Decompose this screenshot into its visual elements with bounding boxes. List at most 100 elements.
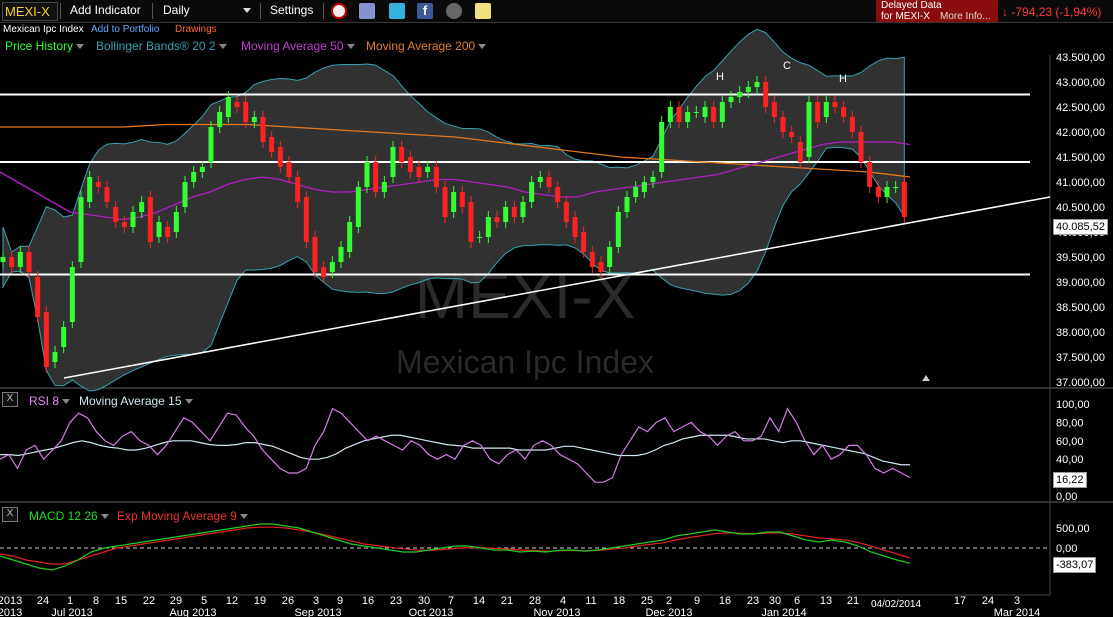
candle-body [494, 217, 500, 222]
candle-body [624, 197, 630, 212]
candle-body [789, 132, 795, 137]
candle-body [225, 97, 231, 117]
candle-body [555, 187, 561, 202]
candle-body [563, 202, 569, 222]
candle-body [884, 187, 890, 197]
candle-body [286, 162, 292, 177]
y-tick-label: 42.000,00 [1056, 127, 1105, 139]
candle-body [702, 107, 708, 117]
pattern-annotation: H [839, 73, 847, 85]
candle-body [815, 102, 821, 122]
candle-body [598, 262, 604, 272]
candle-body [607, 247, 613, 267]
candle-body [667, 107, 673, 122]
x-tick-label: 22 [143, 595, 155, 607]
x-tick-label: 2 [666, 595, 672, 607]
scroll-marker-icon [922, 375, 930, 381]
candle-body [347, 222, 353, 252]
y-tick-label: 38.000,00 [1056, 327, 1105, 339]
chart-canvas[interactable]: MEXI-XMexican Ipc IndexHCH43.500,0043.00… [0, 0, 1113, 617]
month-label: Aug 2013 [169, 607, 216, 617]
candle-body [425, 167, 431, 172]
y-tick-label: 42.500,00 [1056, 102, 1105, 114]
signal-label: Exp Moving Average 9 [117, 509, 237, 523]
candle-body [858, 132, 864, 162]
chevron-down-icon[interactable] [100, 514, 109, 520]
x-tick-label: 3 [1014, 595, 1020, 607]
macd-legend[interactable]: MACD 12 26 [29, 509, 109, 523]
candle-body [737, 92, 743, 97]
rsi-ma-label: Moving Average 15 [79, 394, 182, 408]
chevron-down-icon[interactable] [62, 399, 71, 405]
candle-body [745, 87, 751, 92]
rsi-label: RSI 8 [29, 394, 60, 408]
candle-body [659, 122, 665, 172]
macd-line [0, 523, 911, 571]
rsi-tick-label: 40,00 [1056, 454, 1084, 466]
last-macd-label: -383,07 [1053, 557, 1097, 573]
x-tick-label: 28 [529, 595, 541, 607]
candle-body [589, 252, 595, 267]
month-label: 2013 [0, 607, 22, 617]
x-tick-label: 30 [418, 595, 430, 607]
x-tick-label: 3 [313, 595, 319, 607]
x-tick-label: 21 [501, 595, 513, 607]
candle-body [477, 237, 483, 238]
candle-body [61, 327, 67, 347]
close-rsi-button[interactable]: X [2, 392, 18, 407]
pattern-annotation: H [716, 71, 724, 83]
candle-body [849, 117, 855, 132]
x-tick-label: 12 [226, 595, 238, 607]
x-tick-label: 18 [613, 595, 625, 607]
month-label: Nov 2013 [533, 607, 580, 617]
candle-body [26, 252, 32, 272]
month-label: Mar 2014 [994, 607, 1040, 617]
candle-body [381, 182, 387, 192]
candle-body [277, 147, 283, 167]
candle-body [173, 212, 179, 232]
candle-body [459, 192, 465, 207]
macd-tick-label: 0,00 [1056, 543, 1077, 555]
candle-body [364, 162, 370, 187]
chevron-down-icon[interactable] [239, 514, 248, 520]
y-tick-label: 41.000,00 [1056, 177, 1105, 189]
candle-body [529, 182, 535, 202]
candle-body [373, 162, 379, 192]
x-tick-label: 6 [794, 595, 800, 607]
y-tick-label: 41.500,00 [1056, 152, 1105, 164]
signal-legend[interactable]: Exp Moving Average 9 [117, 509, 248, 523]
close-macd-button[interactable]: X [2, 507, 18, 522]
y-tick-label: 37.000,00 [1056, 377, 1105, 389]
candle-body [199, 167, 205, 172]
candle-body [208, 127, 214, 162]
macd-tick-label: 500,00 [1056, 523, 1090, 535]
candle-body [503, 207, 509, 222]
x-tick-label: 7 [448, 595, 454, 607]
rsi-ma-legend[interactable]: Moving Average 15 [79, 394, 193, 408]
chevron-down-icon[interactable] [184, 399, 193, 405]
rsi-tick-label: 80,00 [1056, 417, 1084, 429]
x-tick-label: 24 [37, 595, 49, 607]
x-tick-label: 9 [694, 595, 700, 607]
candle-body [147, 197, 153, 242]
candle-body [711, 107, 717, 122]
candle-body [312, 237, 318, 272]
candle-body [321, 267, 327, 277]
candle-body [841, 107, 847, 117]
candle-body [399, 147, 405, 162]
rsi-legend[interactable]: RSI 8 [29, 394, 71, 408]
x-tick-label: 16 [719, 595, 731, 607]
candle-body [121, 222, 127, 227]
x-tick-label: 26 [282, 595, 294, 607]
candle-body [676, 107, 682, 122]
x-tick-label: 17 [954, 595, 966, 607]
candle-body [78, 197, 84, 262]
candle-body [43, 312, 49, 367]
candle-body [780, 117, 786, 132]
candle-body [113, 207, 119, 222]
x-tick-label: 1 [67, 595, 73, 607]
candle-body [719, 102, 725, 122]
candle-body [520, 202, 526, 217]
candle-body [693, 112, 699, 113]
x-tick-label: 15 [115, 595, 127, 607]
